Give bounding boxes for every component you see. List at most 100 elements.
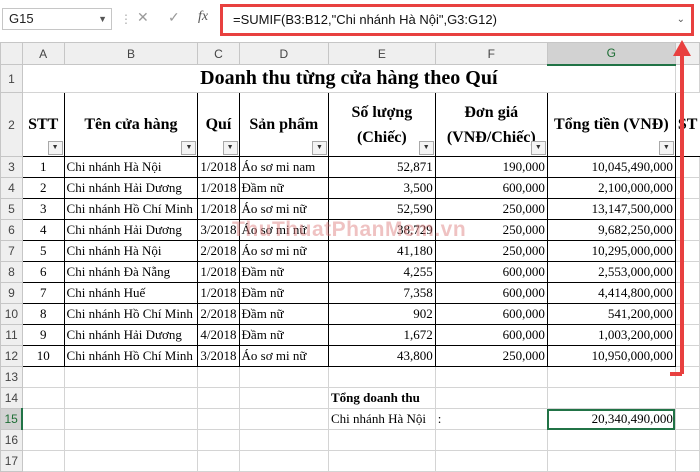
- cell-total[interactable]: 13,147,500,000: [546, 198, 676, 220]
- cell-qty[interactable]: 43,800: [328, 345, 436, 367]
- cell[interactable]: [674, 387, 700, 409]
- filter-dropdown-icon[interactable]: ▼: [418, 141, 434, 155]
- cell[interactable]: [434, 387, 548, 409]
- cell-product[interactable]: Đầm nữ: [238, 303, 330, 325]
- cell[interactable]: [21, 429, 65, 451]
- cell-stt[interactable]: 7: [21, 282, 65, 304]
- cell[interactable]: [674, 429, 700, 451]
- cell[interactable]: [197, 366, 240, 388]
- cell-price[interactable]: 600,000: [434, 303, 548, 325]
- header-stt[interactable]: STT ▼: [21, 92, 65, 157]
- row-header[interactable]: 9: [0, 282, 23, 304]
- cell-total[interactable]: 10,295,000,000: [546, 240, 676, 262]
- row-header[interactable]: 5: [0, 198, 23, 220]
- cell-store[interactable]: Chi nhánh Hồ Chí Minh: [63, 303, 199, 325]
- row-header[interactable]: 1: [0, 64, 23, 93]
- cell-quarter[interactable]: 2/2018: [197, 240, 240, 262]
- cell[interactable]: [197, 387, 240, 409]
- cell[interactable]: [21, 408, 65, 430]
- cell[interactable]: [238, 450, 330, 472]
- cell-total[interactable]: 10,045,490,000: [546, 156, 676, 178]
- header-price[interactable]: Đơn giá (VNĐ/Chiếc) ▼: [434, 92, 548, 157]
- cell-store[interactable]: Chi nhánh Hà Nội: [63, 240, 199, 262]
- cell-stt[interactable]: 5: [21, 240, 65, 262]
- name-box[interactable]: G15 ▼: [2, 8, 112, 30]
- row-header[interactable]: 8: [0, 261, 23, 283]
- cell[interactable]: [238, 408, 330, 430]
- row-header[interactable]: 7: [0, 240, 23, 262]
- cell-total[interactable]: 1,003,200,000: [546, 324, 676, 346]
- column-header-e[interactable]: E: [328, 42, 436, 65]
- cell[interactable]: [197, 450, 240, 472]
- cell-price[interactable]: 600,000: [434, 261, 548, 283]
- cell-price[interactable]: 250,000: [434, 198, 548, 220]
- cell[interactable]: [21, 387, 65, 409]
- cell-stt[interactable]: 3: [21, 198, 65, 220]
- cell-total[interactable]: 2,553,000,000: [546, 261, 676, 283]
- cell-store[interactable]: Chi nhánh Hải Dương: [63, 177, 199, 199]
- cell[interactable]: [434, 429, 548, 451]
- cell-stt[interactable]: 9: [21, 324, 65, 346]
- cell[interactable]: [63, 387, 199, 409]
- cell[interactable]: [434, 366, 548, 388]
- row-header[interactable]: 14: [0, 387, 23, 409]
- cell-qty[interactable]: 52,871: [328, 156, 436, 178]
- summary-label[interactable]: Tổng doanh thu: [328, 387, 436, 409]
- cell-product[interactable]: Đầm nữ: [238, 261, 330, 283]
- cancel-icon[interactable]: ✕: [137, 9, 149, 26]
- cell-stt[interactable]: 6: [21, 261, 65, 283]
- column-header-g[interactable]: G: [546, 42, 676, 66]
- cell-qty[interactable]: 3,500: [328, 177, 436, 199]
- cell[interactable]: [21, 366, 65, 388]
- cell-quarter[interactable]: 1/2018: [197, 198, 240, 220]
- cell-store[interactable]: Chi nhánh Hà Nội: [63, 156, 199, 178]
- row-header[interactable]: 16: [0, 429, 23, 451]
- cell-stt[interactable]: 10: [21, 345, 65, 367]
- column-header-d[interactable]: D: [238, 42, 330, 65]
- cell-total[interactable]: 10,950,000,000: [546, 345, 676, 367]
- header-quarter[interactable]: Quí ▼: [197, 92, 240, 157]
- cell-quarter[interactable]: 1/2018: [197, 177, 240, 199]
- cell-quarter[interactable]: 3/2018: [197, 345, 240, 367]
- cell[interactable]: [63, 408, 199, 430]
- cell-product[interactable]: Áo sơ mi nữ: [238, 345, 330, 367]
- cell[interactable]: [197, 429, 240, 451]
- cell-price[interactable]: 600,000: [434, 282, 548, 304]
- cell-store[interactable]: Chi nhánh Hải Dương: [63, 219, 199, 241]
- cell[interactable]: [328, 429, 436, 451]
- cell-total[interactable]: 541,200,000: [546, 303, 676, 325]
- cell-product[interactable]: Đầm nữ: [238, 282, 330, 304]
- cell-total[interactable]: 2,100,000,000: [546, 177, 676, 199]
- row-header[interactable]: 4: [0, 177, 23, 199]
- row-header[interactable]: 15: [0, 408, 24, 430]
- cell[interactable]: [546, 429, 676, 451]
- chevron-down-icon[interactable]: ⌄: [677, 7, 685, 33]
- row-header[interactable]: 2: [0, 92, 23, 157]
- sheet-title[interactable]: Doanh thu từng cửa hàng theo Quí: [21, 64, 676, 93]
- cell-qty[interactable]: 902: [328, 303, 436, 325]
- cell[interactable]: [328, 366, 436, 388]
- summary-branch[interactable]: Chi nhánh Hà Nội: [328, 408, 436, 430]
- cell-total[interactable]: 4,414,800,000: [546, 282, 676, 304]
- cell[interactable]: [238, 366, 330, 388]
- header-total[interactable]: Tổng tiền (VNĐ) ▼: [546, 92, 676, 157]
- row-header[interactable]: 3: [0, 156, 23, 178]
- cell[interactable]: [434, 450, 548, 472]
- filter-dropdown-icon[interactable]: ▼: [530, 141, 546, 155]
- cell[interactable]: [238, 387, 330, 409]
- select-all-corner[interactable]: [0, 42, 23, 65]
- cell-store[interactable]: Chi nhánh Hải Dương: [63, 324, 199, 346]
- cell-price[interactable]: 600,000: [434, 177, 548, 199]
- filter-dropdown-icon[interactable]: ▼: [222, 141, 238, 155]
- row-header[interactable]: 12: [0, 345, 23, 367]
- cell-product[interactable]: Áo sơ mi nam: [238, 156, 330, 178]
- cell-price[interactable]: 250,000: [434, 345, 548, 367]
- cell-quarter[interactable]: 2/2018: [197, 303, 240, 325]
- column-header-a[interactable]: A: [21, 42, 65, 65]
- cell-price[interactable]: 250,000: [434, 240, 548, 262]
- cell-product[interactable]: Áo sơ mi nữ: [238, 240, 330, 262]
- cell-price[interactable]: 600,000: [434, 324, 548, 346]
- cell-store[interactable]: Chi nhánh Hồ Chí Minh: [63, 198, 199, 220]
- cell[interactable]: [674, 408, 700, 430]
- chevron-down-icon[interactable]: ▼: [98, 9, 107, 29]
